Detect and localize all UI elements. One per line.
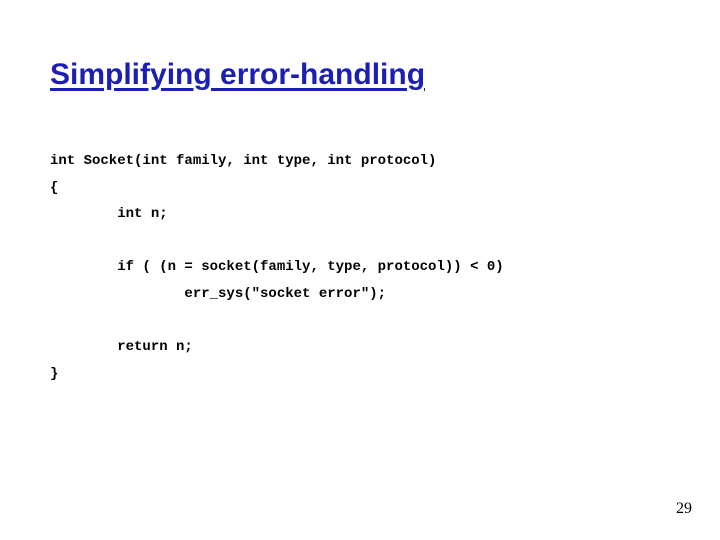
page-number: 29 <box>676 500 692 518</box>
code-line: return n; <box>50 339 193 355</box>
code-line: int n; <box>50 206 168 222</box>
code-line: int Socket(int family, int type, int pro… <box>50 153 436 169</box>
code-line: if ( (n = socket(family, type, protocol)… <box>50 259 504 275</box>
code-line: { <box>50 180 58 196</box>
code-line: err_sys("socket error"); <box>50 286 386 302</box>
slide: Simplifying error-handling int Socket(in… <box>0 0 720 540</box>
slide-title: Simplifying error-handling <box>50 58 425 92</box>
code-block: int Socket(int family, int type, int pro… <box>50 148 504 387</box>
code-line: } <box>50 366 58 382</box>
